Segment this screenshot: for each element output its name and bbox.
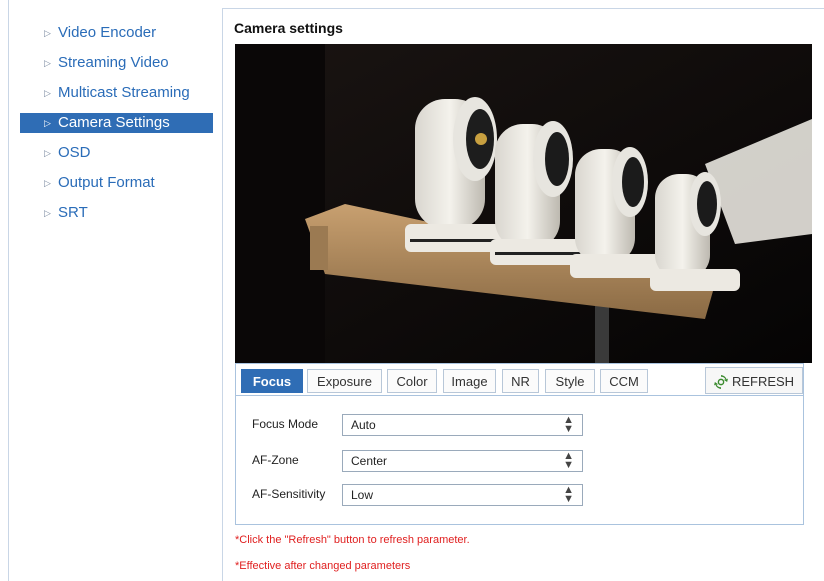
field-label: AF-Sensitivity (252, 487, 326, 501)
sidebar-item-label: Output Format (58, 174, 155, 191)
tab-style[interactable]: Style (545, 369, 595, 393)
updown-arrows-icon: ▲ ▼ (563, 450, 574, 471)
tab-color[interactable]: Color (387, 369, 437, 393)
select-value: Low (351, 488, 374, 502)
sidebar-item-camera-settings[interactable]: ▷ Camera Settings (20, 113, 213, 133)
divider (222, 8, 223, 581)
sidebar-item-osd[interactable]: ▷ OSD (20, 138, 213, 168)
sidebar-item-streaming-video[interactable]: ▷ Streaming Video (20, 48, 213, 78)
tab-nr[interactable]: NR (502, 369, 539, 393)
af-zone-select[interactable]: Center ▲ ▼ (342, 450, 583, 472)
refresh-hint-note: *Click the "Refresh" button to refresh p… (235, 534, 470, 546)
camera-preview-graphic (235, 44, 812, 363)
sidebar-item-label: Streaming Video (58, 54, 169, 71)
sidebar-item-video-encoder[interactable]: ▷ Video Encoder (20, 18, 213, 48)
sidebar-item-label: SRT (58, 204, 88, 221)
triangle-right-icon: ▷ (44, 208, 51, 218)
refresh-icon (713, 375, 728, 389)
divider (222, 8, 824, 9)
field-label: Focus Mode (252, 417, 319, 431)
tab-ccm[interactable]: CCM (600, 369, 648, 393)
tab-strip: Focus Exposure Color Image NR Style CCM … (236, 364, 803, 396)
page-title: Camera settings (234, 20, 343, 36)
settings-tabs-panel: Focus Exposure Color Image NR Style CCM … (235, 363, 804, 525)
af-sensitivity-select[interactable]: Low ▲ ▼ (342, 484, 583, 506)
triangle-right-icon: ▷ (44, 178, 51, 188)
main-content: Camera settings Focus Exposure Color Ima… (222, 0, 824, 581)
triangle-right-icon: ▷ (44, 28, 51, 38)
select-value: Auto (351, 418, 376, 432)
sidebar-item-srt[interactable]: ▷ SRT (20, 198, 213, 228)
sidebar: ▷ Video Encoder ▷ Streaming Video ▷ Mult… (20, 18, 213, 228)
triangle-right-icon: ▷ (44, 148, 51, 158)
triangle-right-icon: ▷ (44, 58, 51, 68)
tab-image[interactable]: Image (443, 369, 496, 393)
updown-arrows-icon: ▲ ▼ (563, 484, 574, 505)
sidebar-item-label: Multicast Streaming (58, 84, 190, 101)
sidebar-item-label: Video Encoder (58, 24, 157, 41)
sidebar-item-output-format[interactable]: ▷ Output Format (20, 168, 213, 198)
field-label: AF-Zone (252, 453, 299, 467)
tab-focus[interactable]: Focus (241, 369, 303, 393)
refresh-button[interactable]: REFRESH (705, 367, 803, 394)
sidebar-item-label: OSD (58, 144, 91, 161)
triangle-right-icon: ▷ (44, 118, 51, 128)
select-value: Center (351, 454, 388, 468)
sidebar-item-label: Camera Settings (58, 114, 170, 131)
left-border (8, 0, 9, 581)
updown-arrows-icon: ▲ ▼ (563, 414, 574, 435)
focus-mode-select[interactable]: Auto ▲ ▼ (342, 414, 583, 436)
camera-preview-image (235, 44, 812, 363)
triangle-right-icon: ▷ (44, 88, 51, 98)
tab-exposure[interactable]: Exposure (307, 369, 382, 393)
effective-note: *Effective after changed parameters (235, 560, 411, 572)
refresh-label: REFRESH (731, 374, 795, 389)
sidebar-item-multicast-streaming[interactable]: ▷ Multicast Streaming (20, 78, 213, 108)
